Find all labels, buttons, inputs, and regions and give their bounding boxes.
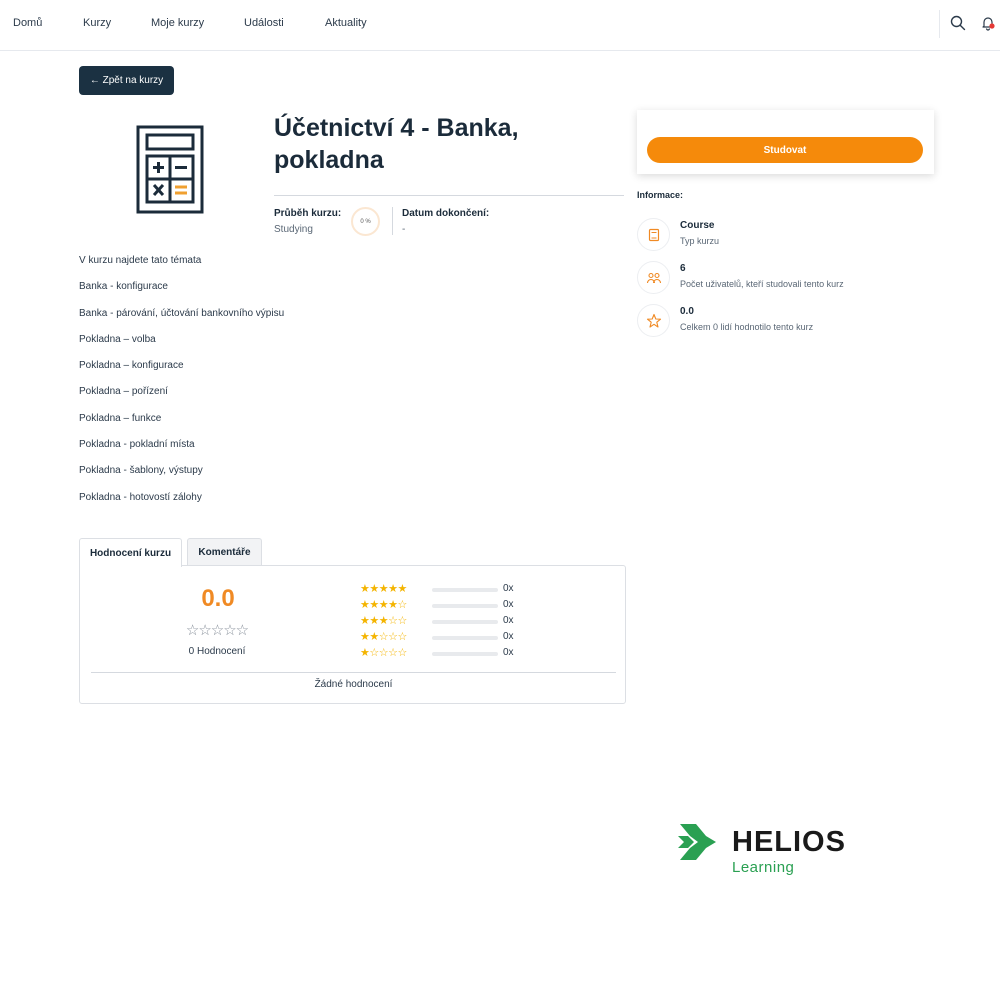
rating-count: 0 Hodnocení: [188, 646, 246, 657]
study-card: Studovat: [637, 110, 934, 174]
rating-bar-count: 0x: [503, 583, 514, 594]
stars-4-icon: ★★★★☆: [360, 599, 407, 611]
list-item: V kurzu najdete tato témata: [79, 255, 202, 266]
info-label: Typ kurzu: [680, 236, 720, 246]
course-title-line2: pokladna: [274, 146, 384, 174]
info-value: Course: [680, 220, 715, 231]
tab-course-rating[interactable]: Hodnocení kurzu: [79, 538, 182, 567]
rating-bar: [432, 604, 498, 608]
nav-divider: [939, 10, 940, 38]
list-item: Pokladna – volba: [79, 333, 156, 345]
top-navigation: Domů Kurzy Moje kurzy Události Aktuality: [0, 0, 1000, 51]
progress-status: Studying: [274, 224, 313, 235]
info-heading: Informace:: [637, 190, 684, 200]
rating-bar: [432, 588, 498, 592]
rating-bar: [432, 620, 498, 624]
rating-bar: [432, 652, 498, 656]
info-row-users: 6 Počet uživatelů, kteří studovali tento…: [637, 261, 937, 295]
list-item: Pokladna – funkce: [79, 412, 162, 424]
info-value: 6: [680, 263, 686, 274]
book-icon: [637, 218, 670, 251]
course-title-line1: Účetnictví 4 - Banka,: [274, 114, 519, 142]
course-title: Účetnictví 4 - Banka, pokladna: [274, 112, 614, 176]
info-row-type: Course Typ kurzu: [637, 218, 937, 252]
stars-5-icon: ★★★★★: [360, 583, 407, 595]
rating-panel: 0.0 ☆☆☆☆☆ 0 Hodnocení ★★★★★ 0x ★★★★☆ 0x …: [79, 565, 626, 704]
nav-item-news[interactable]: Aktuality: [325, 17, 367, 29]
list-item: Pokladna - šablony, výstupy: [79, 465, 203, 477]
list-item: Pokladna - pokladní místa: [79, 439, 195, 451]
rating-bar-count: 0x: [503, 631, 514, 642]
nav-item-events[interactable]: Události: [244, 17, 284, 29]
rating-bar-count: 0x: [503, 647, 514, 658]
star-badge-icon: [637, 304, 670, 337]
tab-comments[interactable]: Komentáře: [187, 538, 262, 566]
stars-1-icon: ★☆☆☆☆: [360, 647, 407, 659]
stars-2-icon: ★★☆☆☆: [360, 631, 407, 643]
rating-distribution-row: ★★★★☆ 0x: [360, 598, 560, 612]
search-icon[interactable]: [950, 15, 968, 33]
rating-distribution-row: ★★☆☆☆ 0x: [360, 630, 560, 644]
completion-date-value: -: [402, 224, 406, 235]
list-item: Banka - konfigurace: [79, 281, 168, 293]
logo-subtitle: Learning: [732, 859, 795, 876]
rating-divider: [91, 672, 616, 673]
info-label: Celkem 0 lidí hodnotilo tento kurz: [680, 322, 814, 332]
title-divider: [274, 195, 624, 196]
rating-distribution-row: ★★★★★ 0x: [360, 582, 560, 596]
helios-learning-logo: HELIOS Learning: [676, 822, 886, 882]
helios-mark-icon: [678, 824, 716, 860]
average-stars-icon: ☆☆☆☆☆: [185, 622, 249, 639]
list-item: Pokladna – pořízení: [79, 386, 168, 398]
no-ratings-text: Žádné hodnocení: [314, 679, 393, 690]
nav-item-courses[interactable]: Kurzy: [83, 17, 111, 29]
calculator-icon: [136, 125, 206, 215]
completion-date-label: Datum dokončení:: [402, 208, 490, 219]
progress-divider: [392, 207, 393, 235]
study-button[interactable]: Studovat: [647, 137, 923, 163]
progress-ring: 0 %: [351, 207, 380, 236]
average-rating: 0.0: [201, 585, 235, 612]
nav-item-home[interactable]: Domů: [13, 17, 42, 29]
back-to-courses-button[interactable]: ← Zpět na kurzy: [79, 66, 174, 95]
users-icon: [637, 261, 670, 294]
rating-distribution-row: ★★★☆☆ 0x: [360, 614, 560, 628]
rating-bar-count: 0x: [503, 615, 514, 626]
rating-bar-count: 0x: [503, 599, 514, 610]
stars-3-icon: ★★★☆☆: [360, 615, 407, 627]
rating-distribution-row: ★☆☆☆☆ 0x: [360, 646, 560, 660]
topics-list: V kurzu najdete tato témata Banka - konf…: [79, 255, 529, 518]
rating-bar: [432, 636, 498, 640]
progress-percent: 0 %: [360, 218, 371, 225]
progress-label: Průběh kurzu:: [274, 208, 342, 219]
info-value: 0.0: [680, 306, 694, 317]
nav-item-my-courses[interactable]: Moje kurzy: [151, 17, 204, 29]
logo-wordmark: HELIOS: [732, 826, 846, 858]
list-item: Pokladna – konfigurace: [79, 360, 184, 372]
bell-icon[interactable]: [980, 15, 998, 33]
list-item: Pokladna - hotovostí zálohy: [79, 491, 202, 503]
info-label: Počet uživatelů, kteří studovali tento k…: [680, 279, 844, 289]
info-row-rating: 0.0 Celkem 0 lidí hodnotilo tento kurz: [637, 304, 937, 338]
list-item: Banka - párování, účtování bankovního vý…: [79, 307, 285, 319]
